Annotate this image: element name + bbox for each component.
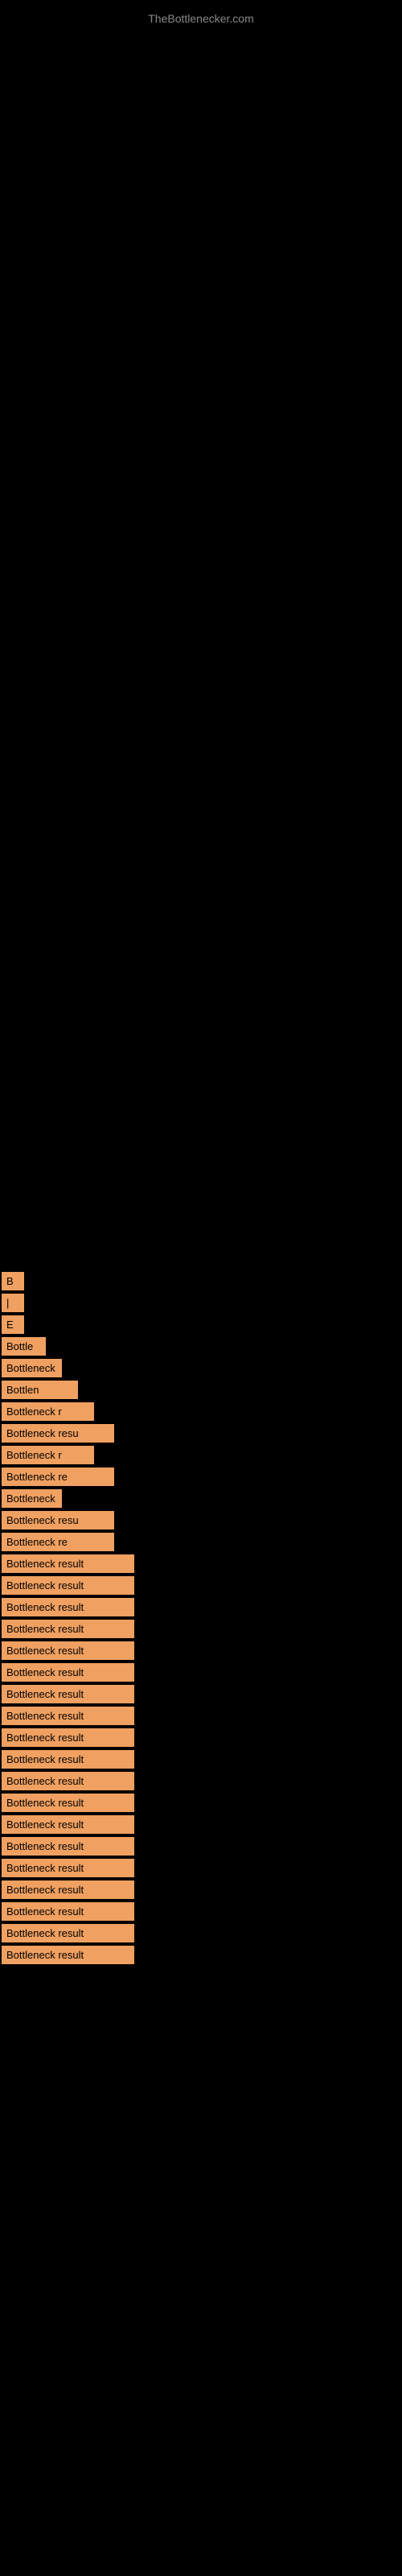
bottleneck-item: Bottleneck re: [2, 1468, 114, 1486]
bottleneck-item: Bottleneck r: [2, 1446, 94, 1464]
bottleneck-item: Bottleneck result: [2, 1859, 134, 1877]
bottleneck-item: Bottleneck result: [2, 1598, 134, 1616]
bottleneck-item: Bottleneck result: [2, 1880, 134, 1899]
bottleneck-item: Bottleneck: [2, 1489, 62, 1508]
bottleneck-item: Bottleneck result: [2, 1620, 134, 1638]
bottleneck-item: Bottleneck result: [2, 1772, 134, 1790]
bottleneck-item: Bottle: [2, 1337, 46, 1356]
bottleneck-item: Bottleneck result: [2, 1641, 134, 1660]
bottleneck-item: Bottleneck result: [2, 1750, 134, 1769]
bottleneck-item: Bottleneck result: [2, 1707, 134, 1725]
bottleneck-item: Bottlen: [2, 1381, 78, 1399]
bottleneck-item: Bottleneck result: [2, 1924, 134, 1942]
bottleneck-item: Bottleneck result: [2, 1576, 134, 1595]
bottleneck-item: Bottleneck result: [2, 1946, 134, 1964]
bottleneck-item: Bottleneck result: [2, 1815, 134, 1834]
bottleneck-item: Bottleneck result: [2, 1837, 134, 1856]
bottleneck-item: Bottleneck r: [2, 1402, 94, 1421]
bottleneck-item: B: [2, 1272, 24, 1290]
bottleneck-item: Bottleneck result: [2, 1685, 134, 1703]
bottleneck-items-container: B | E Bottle Bottleneck Bottlen Bottleneck r Bo…: [0, 1272, 402, 1967]
bottleneck-item: Bottleneck resu: [2, 1424, 114, 1443]
bottleneck-item: Bottleneck result: [2, 1794, 134, 1812]
bottleneck-item: Bottleneck result: [2, 1554, 134, 1573]
bottleneck-item: E: [2, 1315, 24, 1334]
bottleneck-item: Bottleneck resu: [2, 1511, 114, 1530]
bottleneck-item: Bottleneck result: [2, 1663, 134, 1682]
bottleneck-item: Bottleneck re: [2, 1533, 114, 1551]
bottleneck-item: |: [2, 1294, 24, 1312]
bottleneck-item: Bottleneck result: [2, 1728, 134, 1747]
bottleneck-item: Bottleneck: [2, 1359, 62, 1377]
site-title: TheBottlenecker.com: [0, 4, 402, 33]
bottleneck-item: Bottleneck result: [2, 1902, 134, 1921]
